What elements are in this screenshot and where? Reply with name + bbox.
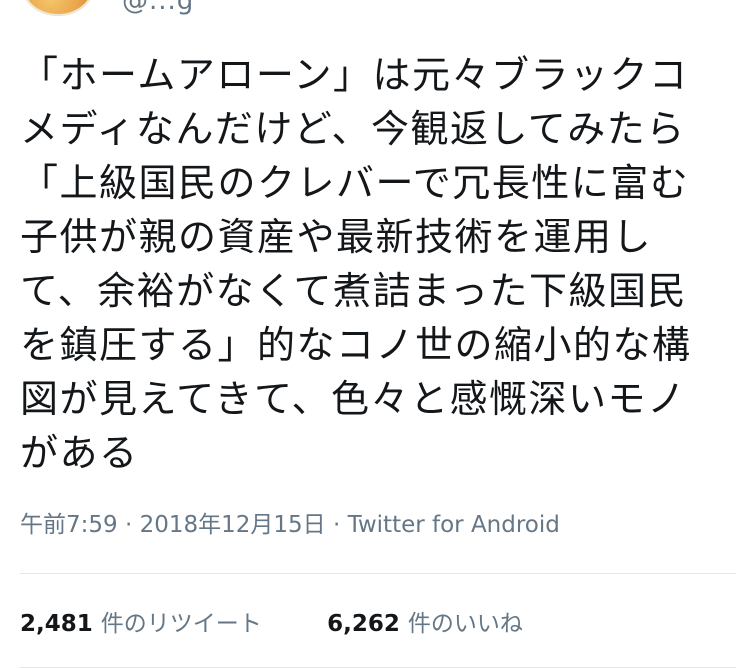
retweet-count: 2,481 — [20, 611, 93, 637]
tweet-text-line: 「上級国民のクレバーで冗長性に富む — [20, 161, 690, 205]
retweet-stat[interactable]: 2,481 件のリツイート — [20, 604, 262, 638]
tweet-text-line: を鎮圧する」的なコノ世の縮小的な構 — [20, 323, 692, 367]
tweet-header: @...g — [0, 0, 750, 30]
tweet-text: 「ホームアローン」は元々ブラックコ メディなんだけど、今観返してみたら 「上級国… — [20, 48, 736, 480]
tweet-text-line: 子供が親の資産や最新技術を運用し — [20, 215, 653, 259]
tweet-date[interactable]: 2018年12月15日 — [140, 512, 326, 538]
retweet-label: 件のリツイート — [100, 611, 262, 637]
divider — [20, 667, 736, 668]
tweet-client[interactable]: Twitter for Android — [348, 512, 560, 538]
tweet-metadata: 午前7:59 · 2018年12月15日 · Twitter for Andro… — [20, 505, 560, 539]
like-stat[interactable]: 6,262 件のいいね — [327, 604, 523, 638]
divider — [20, 573, 736, 574]
avatar[interactable] — [22, 0, 94, 16]
meta-separator: · — [332, 512, 341, 538]
tweet-text-line: 図が見えてきて、色々と感慨深いモノ — [20, 377, 687, 421]
tweet-stats: 2,481 件のリツイート 6,262 件のいいね — [20, 604, 581, 638]
user-handle[interactable]: @...g — [122, 0, 194, 16]
like-count: 6,262 — [327, 611, 400, 637]
tweet-time[interactable]: 午前7:59 — [20, 512, 118, 538]
tweet-text-line: メディなんだけど、今観返してみたら — [20, 107, 686, 151]
tweet-text-line: がある — [20, 431, 139, 475]
like-label: 件のいいね — [407, 611, 523, 637]
tweet-text-line: 「ホームアローン」は元々ブラックコ — [20, 53, 689, 97]
meta-separator: · — [124, 512, 133, 538]
tweet-text-line: て、余裕がなくて煮詰まった下級国民 — [20, 269, 687, 313]
